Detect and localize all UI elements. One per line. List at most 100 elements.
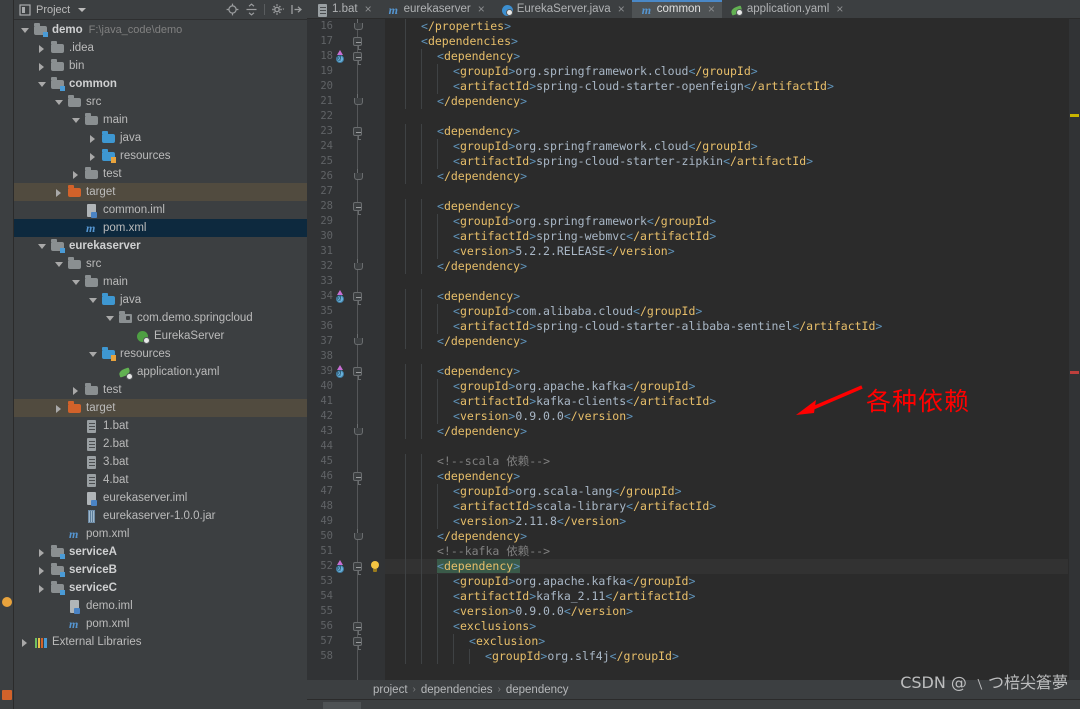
- code-line[interactable]: </dependency>: [385, 424, 1080, 439]
- code-line[interactable]: <groupId>org.slf4j</groupId>: [385, 649, 1080, 664]
- tree-item-java[interactable]: java: [14, 129, 307, 147]
- code-line[interactable]: <version>0.9.0.0</version>: [385, 604, 1080, 619]
- chevron-down-icon[interactable]: [37, 79, 48, 90]
- code-line[interactable]: <artifactId>kafka-clients</artifactId>: [385, 394, 1080, 409]
- gutter-line[interactable]: 49: [307, 514, 385, 529]
- tree-item-src[interactable]: src: [14, 255, 307, 273]
- tree-item-external-libraries[interactable]: External Libraries: [14, 633, 307, 651]
- tree-item-common[interactable]: common: [14, 75, 307, 93]
- gutter-line[interactable]: 22: [307, 109, 385, 124]
- chevron-down-icon[interactable]: [20, 25, 31, 36]
- tree-item-target[interactable]: target: [14, 183, 307, 201]
- chevron-down-icon[interactable]: [78, 7, 87, 12]
- collapse-all-icon[interactable]: [245, 3, 258, 16]
- locate-icon[interactable]: [226, 3, 239, 16]
- code-line[interactable]: <artifactId>scala-library</artifactId>: [385, 499, 1080, 514]
- chevron-down-icon[interactable]: [71, 115, 82, 126]
- gutter-line[interactable]: 48: [307, 499, 385, 514]
- tree-item-pom-xml[interactable]: m pom.xml: [14, 525, 307, 543]
- breadcrumb-item-dependency[interactable]: dependency: [506, 684, 569, 696]
- chevron-right-icon[interactable]: [37, 583, 48, 594]
- chevron-down-icon[interactable]: [88, 349, 99, 360]
- code-line[interactable]: <dependency>: [385, 199, 1080, 214]
- fold-end-icon[interactable]: [353, 529, 363, 541]
- tree-item-eurekaserver[interactable]: eurekaserver: [14, 237, 307, 255]
- gutter-line[interactable]: 41: [307, 394, 385, 409]
- gutter-line[interactable]: 18: [307, 49, 385, 65]
- code-editor[interactable]: 16 17 18 19 20 21 22 23 24 25 26 27 28 29 30 31 32 33 34 35…: [307, 19, 1080, 680]
- tree-item-test[interactable]: test: [14, 165, 307, 183]
- fold-collapse-icon[interactable]: [353, 52, 362, 65]
- tree-item-com-demo-springcloud[interactable]: com.demo.springcloud: [14, 309, 307, 327]
- gutter-line[interactable]: 28: [307, 199, 385, 215]
- gutter-line[interactable]: 52: [307, 559, 385, 575]
- tree-item-pom-xml[interactable]: m pom.xml: [14, 615, 307, 633]
- code-line[interactable]: <version>2.11.8</version>: [385, 514, 1080, 529]
- tree-item-serviceb[interactable]: serviceB: [14, 561, 307, 579]
- tree-item-main[interactable]: main: [14, 111, 307, 129]
- fold-collapse-icon[interactable]: [353, 637, 362, 650]
- fold-end-icon[interactable]: [353, 19, 363, 31]
- gutter-line[interactable]: 51: [307, 544, 385, 559]
- code-line[interactable]: [385, 184, 1080, 199]
- fold-collapse-icon[interactable]: [353, 562, 362, 575]
- close-icon[interactable]: ×: [365, 3, 372, 15]
- code-line[interactable]: <version>0.9.0.0</version>: [385, 409, 1080, 424]
- tree-item-3-bat[interactable]: 3.bat: [14, 453, 307, 471]
- tree-item-main[interactable]: main: [14, 273, 307, 291]
- chevron-right-icon[interactable]: [71, 169, 82, 180]
- editor-tab-1-bat[interactable]: 1.bat ×: [307, 0, 379, 18]
- gutter-line[interactable]: 20: [307, 79, 385, 94]
- gutter-line[interactable]: 36: [307, 319, 385, 334]
- gutter-line[interactable]: 37: [307, 334, 385, 349]
- chevron-right-icon[interactable]: [88, 133, 99, 144]
- gutter-line[interactable]: 53: [307, 574, 385, 589]
- code-line[interactable]: <groupId>org.springframework.cloud</grou…: [385, 139, 1080, 154]
- tree-item-java[interactable]: java: [14, 291, 307, 309]
- gutter-line[interactable]: 35: [307, 304, 385, 319]
- code-line[interactable]: <groupId>com.alibaba.cloud</groupId>: [385, 304, 1080, 319]
- code-line[interactable]: <groupId>org.springframework.cloud</grou…: [385, 64, 1080, 79]
- fold-end-icon[interactable]: [353, 94, 363, 106]
- code-line[interactable]: <groupId>org.apache.kafka</groupId>: [385, 574, 1080, 589]
- code-line[interactable]: <artifactId>kafka_2.11</artifactId>: [385, 589, 1080, 604]
- tree-item-servicea[interactable]: serviceA: [14, 543, 307, 561]
- gutter-line[interactable]: 45: [307, 454, 385, 469]
- code-line[interactable]: </dependency>: [385, 169, 1080, 184]
- gutter-line[interactable]: 34: [307, 289, 385, 305]
- code-line[interactable]: <dependencies>: [385, 34, 1080, 49]
- chevron-down-icon[interactable]: [105, 313, 116, 324]
- code-line[interactable]: <exclusion>: [385, 634, 1080, 649]
- code-line[interactable]: <groupId>org.scala-lang</groupId>: [385, 484, 1080, 499]
- code-line[interactable]: <artifactId>spring-cloud-starter-openfei…: [385, 79, 1080, 94]
- gutter-line[interactable]: 25: [307, 154, 385, 169]
- gutter-line[interactable]: 55: [307, 604, 385, 619]
- intention-bulb-icon[interactable]: [369, 561, 380, 572]
- close-icon[interactable]: ×: [708, 3, 715, 15]
- tree-item-resources[interactable]: resources: [14, 345, 307, 363]
- chevron-right-icon[interactable]: [20, 637, 31, 648]
- fold-collapse-icon[interactable]: [353, 367, 362, 380]
- gutter-line[interactable]: 44: [307, 439, 385, 454]
- bottom-tab-terminal[interactable]: [323, 702, 361, 709]
- code-line[interactable]: <dependency>: [385, 49, 1080, 64]
- gutter-line[interactable]: 29: [307, 214, 385, 229]
- chevron-down-icon[interactable]: [54, 97, 65, 108]
- gutter-line[interactable]: 24: [307, 139, 385, 154]
- code-line[interactable]: [385, 274, 1080, 289]
- tree-item-servicec[interactable]: serviceC: [14, 579, 307, 597]
- chevron-right-icon[interactable]: [54, 187, 65, 198]
- editor-tab-eurekaserver[interactable]: m eurekaserver ×: [378, 0, 492, 18]
- tree-item-common-iml[interactable]: common.iml: [14, 201, 307, 219]
- gutter-line[interactable]: 56: [307, 619, 385, 635]
- code-line[interactable]: </dependency>: [385, 334, 1080, 349]
- fold-collapse-icon[interactable]: [353, 202, 362, 215]
- error-marker[interactable]: [1070, 371, 1079, 374]
- spring-bean-gutter-icon[interactable]: [333, 560, 346, 573]
- spring-bean-gutter-icon[interactable]: [333, 365, 346, 378]
- close-icon[interactable]: ×: [836, 3, 843, 15]
- spring-bean-gutter-icon[interactable]: [333, 290, 346, 303]
- fold-collapse-icon[interactable]: [353, 127, 362, 140]
- code-line[interactable]: <dependency>: [385, 124, 1080, 139]
- gutter-line[interactable]: 58: [307, 649, 385, 664]
